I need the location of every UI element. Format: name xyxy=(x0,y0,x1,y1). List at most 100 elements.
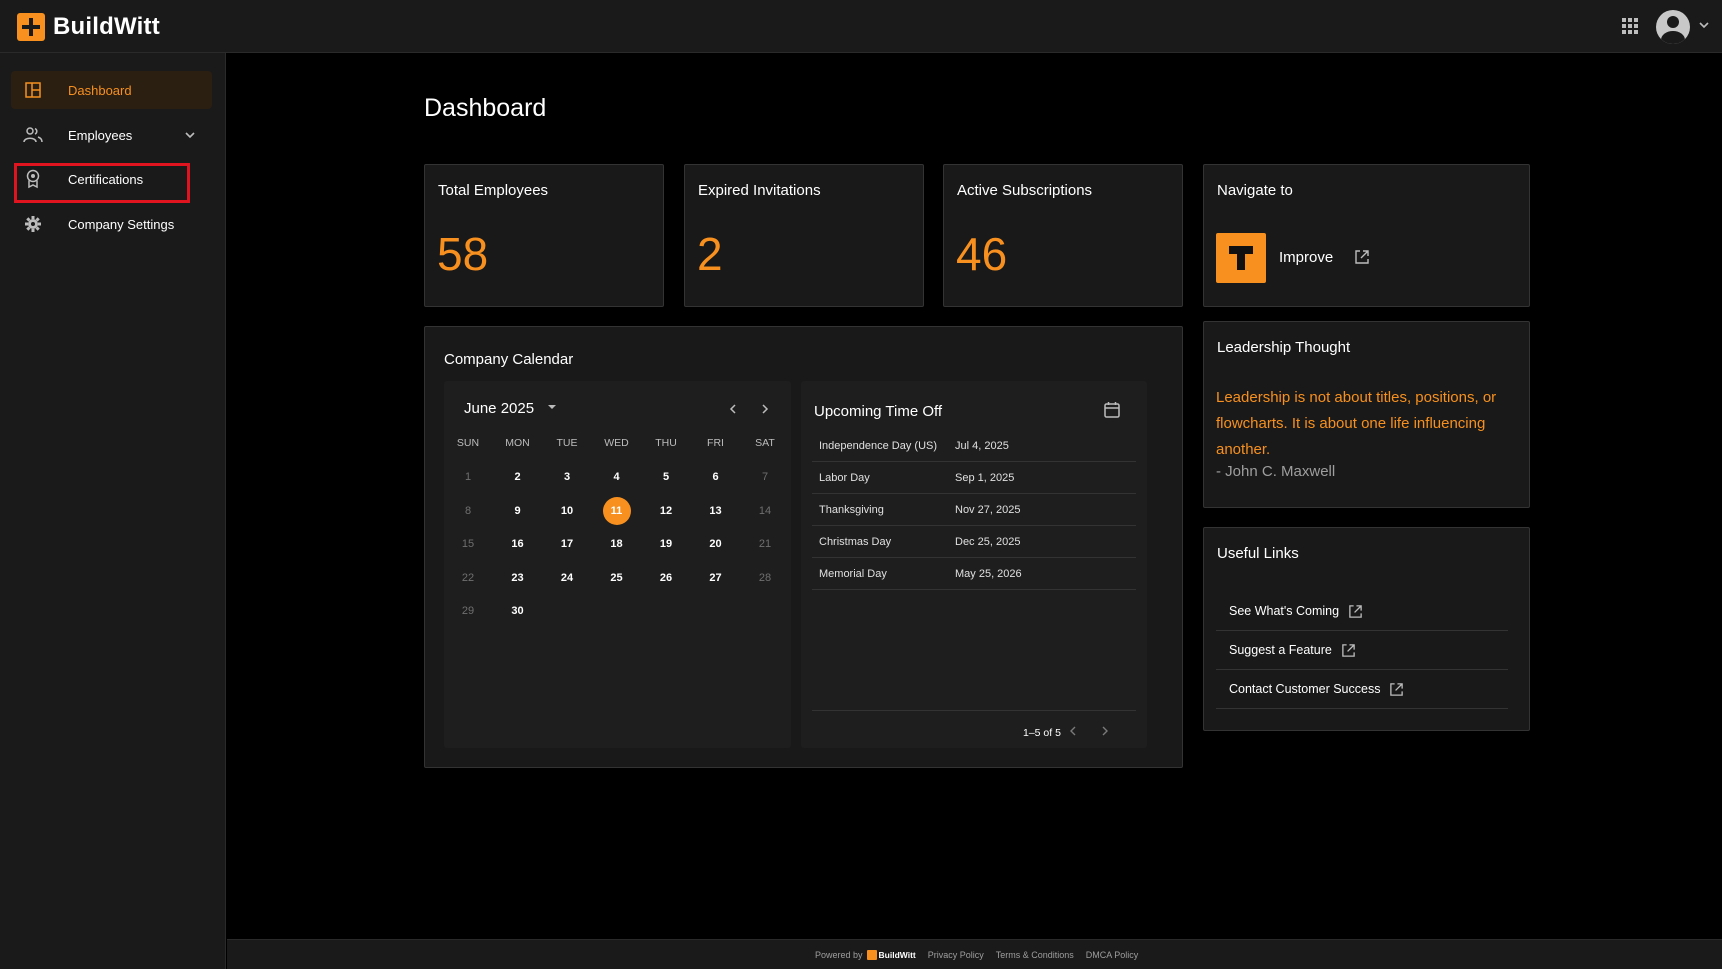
link-label: Suggest a Feature xyxy=(1229,643,1332,657)
time-off-name: Labor Day xyxy=(819,472,870,484)
time-off-name: Independence Day (US) xyxy=(819,440,938,452)
calendar-day[interactable]: 4 xyxy=(602,463,632,491)
highlight-box xyxy=(14,163,190,203)
calendar-day[interactable]: 22 xyxy=(453,564,483,592)
calendar-day[interactable]: 9 xyxy=(503,497,533,525)
card-title: Expired Invitations xyxy=(698,182,821,199)
time-off-row[interactable]: Christmas Day Dec 25, 2025 xyxy=(812,526,1136,558)
calendar-day[interactable]: 17 xyxy=(552,530,582,558)
brand-name: BuildWitt xyxy=(53,13,160,40)
calendar-day[interactable]: 28 xyxy=(750,564,780,592)
sidebar-item-label: Employees xyxy=(68,127,133,143)
sidebar-item-label: Dashboard xyxy=(68,82,132,98)
time-off-date: Sep 1, 2025 xyxy=(955,472,1015,484)
calendar-day[interactable]: 14 xyxy=(750,497,780,525)
calendar-day[interactable]: 24 xyxy=(552,564,582,592)
calendar-day[interactable]: 29 xyxy=(453,597,483,625)
calendar-day[interactable]: 1 xyxy=(453,463,483,491)
footer-brand: BuildWitt xyxy=(878,950,916,960)
time-off-name: Thanksgiving xyxy=(819,504,884,516)
calendar-day[interactable]: 10 xyxy=(552,497,582,525)
calendar-month-label[interactable]: June 2025 xyxy=(464,400,534,417)
external-link-icon[interactable] xyxy=(1354,249,1370,265)
gear-icon xyxy=(23,214,43,234)
link-suggest-a-feature[interactable]: Suggest a Feature xyxy=(1216,631,1508,670)
calendar-day[interactable]: 20 xyxy=(701,530,731,558)
stat-card-expired-invitations[interactable]: Expired Invitations 2 xyxy=(684,164,924,307)
next-month-button[interactable] xyxy=(753,397,777,421)
buildwitt-logo-icon xyxy=(866,950,877,960)
card-title: Useful Links xyxy=(1217,545,1299,562)
stat-value: 58 xyxy=(437,228,489,280)
calendar-day[interactable]: 27 xyxy=(701,564,731,592)
time-off-row[interactable]: Labor Day Sep 1, 2025 xyxy=(812,462,1136,494)
calendar-panel: June 2025 SUN MON TUE WED THU FRI SAT 1 2 3 4 5 6 7 8 9… xyxy=(444,381,791,748)
time-off-row[interactable]: Memorial Day May 25, 2026 xyxy=(812,558,1136,590)
calendar-day[interactable]: 13 xyxy=(701,497,731,525)
sidebar-item-company-settings[interactable]: Company Settings xyxy=(11,205,212,243)
link-contact-customer-success[interactable]: Contact Customer Success xyxy=(1216,670,1508,709)
previous-page-button[interactable] xyxy=(1065,723,1081,739)
external-link-icon xyxy=(1390,682,1404,696)
time-off-row[interactable]: Independence Day (US) Jul 4, 2025 xyxy=(812,430,1136,462)
calendar-day[interactable]: 18 xyxy=(602,530,632,558)
user-avatar[interactable] xyxy=(1656,10,1690,44)
footer: Powered by BuildWitt Privacy Policy Term… xyxy=(227,939,1722,969)
calendar-day[interactable]: 30 xyxy=(503,597,533,625)
terms-conditions-link[interactable]: Terms & Conditions xyxy=(996,950,1074,960)
card-title: Total Employees xyxy=(438,182,549,199)
improve-link[interactable]: Improve xyxy=(1279,249,1333,266)
improve-logo-icon[interactable] xyxy=(1216,233,1266,283)
time-off-date: Jul 4, 2025 xyxy=(955,440,1009,452)
stat-value: 2 xyxy=(697,228,723,280)
useful-links-card: Useful Links See What's Coming Suggest a… xyxy=(1203,527,1530,731)
calendar-day[interactable]: 6 xyxy=(701,463,731,491)
divider xyxy=(812,710,1136,711)
calendar-day[interactable]: 5 xyxy=(651,463,681,491)
card-title: Company Calendar xyxy=(444,351,574,368)
apps-grid-icon[interactable] xyxy=(1622,18,1638,34)
stat-card-total-employees[interactable]: Total Employees 58 xyxy=(424,164,664,307)
calendar-day[interactable]: 21 xyxy=(750,530,780,558)
page-title: Dashboard xyxy=(424,94,547,122)
chevron-down-icon[interactable] xyxy=(183,128,197,142)
sidebar-item-dashboard[interactable]: Dashboard xyxy=(11,71,212,109)
time-off-row[interactable]: Thanksgiving Nov 27, 2025 xyxy=(812,494,1136,526)
pagination-label: 1–5 of 5 xyxy=(1023,727,1061,739)
weekday-label: FRI xyxy=(707,437,724,449)
stat-card-active-subscriptions[interactable]: Active Subscriptions 46 xyxy=(943,164,1183,307)
company-calendar-card: Company Calendar June 2025 SUN MON TUE WED T… xyxy=(424,326,1183,768)
card-title: Active Subscriptions xyxy=(957,182,1093,199)
calendar-day[interactable]: 19 xyxy=(651,530,681,558)
calendar-icon[interactable] xyxy=(1103,401,1121,419)
chevron-down-icon[interactable] xyxy=(1697,18,1711,32)
calendar-day[interactable]: 16 xyxy=(503,530,533,558)
calendar-day[interactable]: 26 xyxy=(651,564,681,592)
people-icon xyxy=(23,125,43,145)
sidebar-item-employees[interactable]: Employees xyxy=(11,116,212,154)
calendar-day[interactable]: 3 xyxy=(552,463,582,491)
calendar-day[interactable]: 8 xyxy=(453,497,483,525)
calendar-day-today[interactable]: 11 xyxy=(602,496,631,525)
calendar-day[interactable]: 25 xyxy=(602,564,632,592)
previous-month-button[interactable] xyxy=(721,397,745,421)
calendar-day[interactable]: 2 xyxy=(503,463,533,491)
upcoming-time-off-panel: Upcoming Time Off Independence Day (US) J… xyxy=(801,381,1147,748)
external-link-icon xyxy=(1349,604,1362,618)
link-see-whats-coming[interactable]: See What's Coming xyxy=(1216,592,1508,631)
buildwitt-logo-icon xyxy=(17,13,45,41)
calendar-day[interactable]: 7 xyxy=(750,463,780,491)
card-title: Navigate to xyxy=(1217,182,1293,199)
brand-logo-link[interactable]: BuildWitt xyxy=(17,13,160,41)
external-link-icon xyxy=(1342,643,1355,657)
time-off-date: Nov 27, 2025 xyxy=(955,504,1021,516)
time-off-name: Christmas Day xyxy=(819,536,892,548)
calendar-day[interactable]: 23 xyxy=(503,564,533,592)
next-page-button[interactable] xyxy=(1097,723,1113,739)
dmca-policy-link[interactable]: DMCA Policy xyxy=(1086,950,1139,960)
privacy-policy-link[interactable]: Privacy Policy xyxy=(928,950,984,960)
calendar-day[interactable]: 12 xyxy=(651,497,681,525)
powered-by-label: Powered by xyxy=(815,950,863,960)
calendar-day[interactable]: 15 xyxy=(453,530,483,558)
caret-down-icon[interactable] xyxy=(548,405,556,409)
